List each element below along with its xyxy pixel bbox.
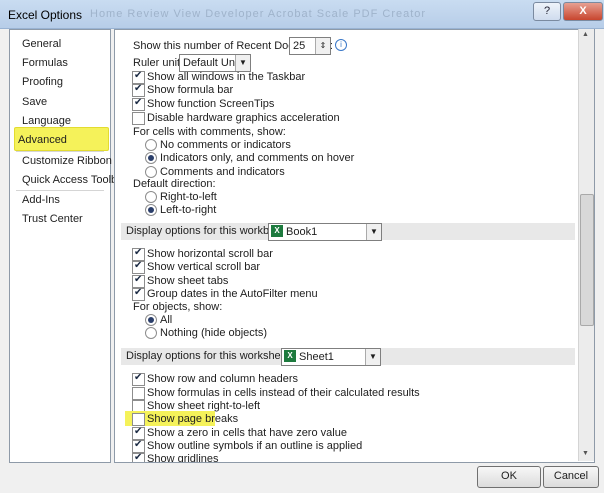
nav-item-advanced[interactable]: Advanced	[10, 130, 110, 150]
scroll-down-icon[interactable]: ▼	[582, 450, 589, 457]
show-formula-bar-label: Show formula bar	[147, 84, 234, 96]
nav-item-label: Customize Ribbon	[22, 155, 112, 167]
sheet-tabs-label: Show sheet tabs	[147, 275, 229, 287]
nav-item-general[interactable]: General	[10, 34, 110, 54]
objects-all-label: All	[160, 314, 173, 326]
nav-item-label: Trust Center	[22, 213, 83, 225]
nav-item-trust-center[interactable]: Trust Center	[10, 209, 110, 229]
nav-item-customize-ribbon[interactable]: Customize Ribbon	[10, 151, 112, 171]
nav-item-save[interactable]: Save	[10, 92, 110, 112]
group-dates-label: Group dates in the AutoFilter menu	[147, 288, 318, 300]
chevron-down-icon[interactable]: ▼	[235, 55, 250, 71]
recent-docs-spinner[interactable]: 25 ⇕	[289, 37, 331, 55]
nav-item-quick-access-toolbar[interactable]: Quick Access Toolbar	[10, 170, 127, 190]
gridlines-label: Show gridlines	[147, 453, 219, 463]
nav-item-label: General	[22, 38, 62, 50]
show-zero-label: Show a zero in cells that have zero valu…	[147, 427, 347, 439]
no-comments-radio[interactable]	[145, 139, 157, 151]
rtl-radio[interactable]	[145, 191, 157, 203]
objects-all-radio[interactable]	[145, 314, 157, 326]
ruler-units-dropdown[interactable]: Default Units ▼	[179, 54, 251, 72]
cancel-button[interactable]: Cancel	[543, 466, 599, 488]
recent-docs-value: 25	[293, 40, 306, 52]
background-ribbon-text: Home Review View Developer Acrobat Scale…	[90, 8, 427, 20]
nav-item-formulas[interactable]: Formulas	[10, 53, 110, 73]
dialog-title: Excel Options	[8, 8, 83, 22]
v-scroll-checkbox[interactable]	[132, 260, 145, 274]
ltr-label: Left-to-right	[160, 204, 217, 216]
group-dates-checkbox[interactable]	[132, 287, 145, 301]
workbook-value: Book1	[286, 226, 318, 238]
row-col-headers-checkbox[interactable]	[132, 372, 145, 386]
ruler-units-label: Ruler units	[133, 57, 186, 69]
show-formulas-label: Show formulas in cells instead of their …	[147, 387, 420, 399]
scrollbar-thumb[interactable]	[580, 194, 594, 326]
direction-header: Default direction:	[133, 178, 216, 190]
worksheet-section-title: Display options for this worksheet:	[126, 350, 293, 362]
show-function-tips-checkbox[interactable]	[132, 97, 145, 111]
disable-hw-accel-label: Disable hardware graphics acceleration	[147, 112, 340, 124]
no-comments-label: No comments or indicators	[160, 139, 291, 151]
info-icon: i	[335, 39, 347, 51]
show-formulas-checkbox[interactable]	[132, 387, 145, 400]
nav-item-label: Language	[22, 115, 71, 127]
excel-sheet-icon: X	[284, 350, 296, 362]
nav-item-label: Formulas	[22, 57, 68, 69]
chevron-down-icon[interactable]: ▼	[366, 224, 381, 240]
ok-button[interactable]: OK	[477, 466, 541, 488]
disable-hw-accel-checkbox[interactable]	[132, 112, 145, 125]
gridlines-checkbox[interactable]	[132, 452, 145, 462]
comments-indicators-label: Comments and indicators	[160, 166, 285, 178]
comments-header: For cells with comments, show:	[133, 126, 286, 138]
v-scroll-label: Show vertical scroll bar	[147, 261, 261, 273]
excel-workbook-icon: X	[271, 225, 283, 237]
objects-header: For objects, show:	[133, 301, 223, 313]
nav-item-label: Advanced	[18, 134, 67, 146]
nav-item-label: Proofing	[22, 76, 63, 88]
row-col-headers-label: Show row and column headers	[147, 373, 299, 385]
scroll-up-icon[interactable]: ▲	[582, 31, 589, 38]
workbook-section-title: Display options for this workbook:	[126, 225, 290, 237]
show-all-windows-label: Show all windows in the Taskbar	[147, 71, 306, 83]
nav-item-label: Save	[22, 96, 48, 108]
ltr-radio[interactable]	[145, 204, 157, 216]
page-breaks-label: Show page breaks	[147, 413, 239, 425]
indicators-only-label: Indicators only, and comments on hover	[160, 152, 355, 164]
nav-item-add-ins[interactable]: Add-Ins	[10, 190, 110, 210]
chevron-down-icon[interactable]: ▼	[365, 349, 380, 365]
indicators-only-radio[interactable]	[145, 152, 157, 164]
objects-nothing-label: Nothing (hide objects)	[160, 327, 268, 339]
options-scrollbar[interactable]: ▲ ▼	[578, 29, 594, 461]
rtl-label: Right-to-left	[160, 191, 217, 203]
worksheet-dropdown[interactable]: X Sheet1 ▼	[281, 348, 381, 366]
outline-symbols-label: Show outline symbols if an outline is ap…	[147, 440, 363, 452]
worksheet-value: Sheet1	[299, 351, 334, 363]
help-button[interactable]: ?	[533, 2, 561, 21]
workbook-dropdown[interactable]: X Book1 ▼	[268, 223, 382, 241]
nav-item-label: Add-Ins	[22, 194, 60, 206]
spinner-arrows-icon[interactable]: ⇕	[315, 38, 330, 54]
objects-nothing-radio[interactable]	[145, 327, 157, 339]
excel-options-dialog: Excel Options Home Review View Developer…	[0, 0, 604, 493]
nav-item-proofing[interactable]: Proofing	[10, 72, 110, 92]
page-breaks-checkbox[interactable]	[132, 413, 145, 426]
nav-item-label: Quick Access Toolbar	[22, 174, 127, 186]
close-button[interactable]: X	[563, 2, 603, 21]
category-nav: General Formulas Proofing Save Language …	[9, 29, 127, 463]
title-bar: Excel Options Home Review View Developer…	[0, 0, 604, 29]
comments-indicators-radio[interactable]	[145, 166, 157, 178]
show-function-tips-label: Show function ScreenTips	[147, 98, 275, 110]
options-panel: Show this number of Recent Documents: 25…	[114, 29, 595, 463]
show-formula-bar-checkbox[interactable]	[132, 83, 145, 97]
h-scroll-label: Show horizontal scroll bar	[147, 248, 273, 260]
